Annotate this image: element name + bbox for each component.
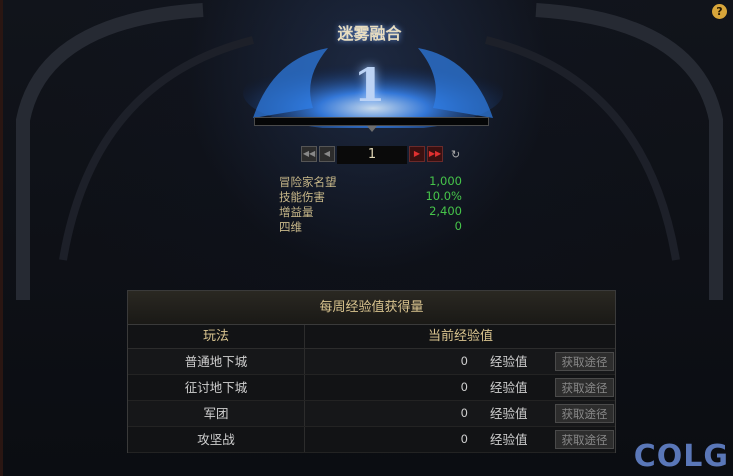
- exp-unit: 经验值: [490, 432, 528, 447]
- exp-unit: 经验值: [490, 354, 528, 369]
- refresh-icon[interactable]: ↻: [451, 148, 460, 161]
- stat-row: 增益量 2,400: [279, 204, 464, 219]
- get-method-button[interactable]: 获取途径: [555, 430, 614, 449]
- mode-name: 普通地下城: [184, 354, 248, 369]
- table-row: 普通地下城 0 经验值 获取途径: [128, 349, 615, 375]
- stat-label: 四维: [279, 220, 302, 234]
- get-method-button[interactable]: 获取途径: [555, 404, 614, 423]
- stat-row: 冒险家名望 1,000: [279, 174, 464, 189]
- mode-name: 征讨地下城: [184, 380, 248, 395]
- help-button[interactable]: ?: [712, 4, 727, 19]
- prev-page-button[interactable]: ◀: [319, 146, 335, 162]
- exp-unit: 经验值: [490, 380, 528, 395]
- exp-value: 0: [460, 380, 468, 394]
- level-progress-bar: [254, 117, 489, 126]
- exp-value: 0: [460, 406, 468, 420]
- next-page-button[interactable]: ▶: [409, 146, 425, 162]
- stat-row: 技能伤害 10.0%: [279, 189, 464, 204]
- colg-watermark-logo: COLG: [633, 439, 729, 474]
- weekly-exp-panel: 每周经验值获得量 玩法 当前经验值 普通地下城 0 经验值 获取途径 征讨地下城…: [127, 290, 616, 453]
- table-header: 玩法 当前经验值: [128, 325, 615, 349]
- get-method-button[interactable]: 获取途径: [555, 378, 614, 397]
- table-row: 攻坚战 0 经验值 获取途径: [128, 427, 615, 453]
- stat-value: 1,000: [429, 174, 462, 188]
- fusion-window: ? 迷雾融合 1 ◀◀ ◀ 1 ▶ ▶▶ ↻ 冒险家名望 1,000 技能伤害 …: [0, 0, 733, 476]
- table-row: 军团 0 经验值 获取途径: [128, 401, 615, 427]
- exp-value: 0: [460, 354, 468, 368]
- table-row: 征讨地下城 0 经验值 获取途径: [128, 375, 615, 401]
- column-divider: [304, 401, 305, 426]
- column-divider: [304, 375, 305, 400]
- stats-list: 冒险家名望 1,000 技能伤害 10.0% 增益量 2,400 四维 0: [279, 174, 464, 234]
- stat-value: 10.0%: [425, 189, 462, 203]
- mode-name: 军团: [203, 406, 229, 421]
- fusion-level: 1: [353, 58, 386, 112]
- stat-row: 四维 0: [279, 219, 464, 234]
- stat-label: 冒险家名望: [279, 175, 337, 189]
- progress-pointer-icon: [367, 126, 377, 132]
- last-page-button[interactable]: ▶▶: [427, 146, 443, 162]
- column-divider: [304, 427, 305, 452]
- mode-name: 攻坚战: [197, 432, 235, 447]
- exp-unit: 经验值: [490, 406, 528, 421]
- exp-value: 0: [460, 432, 468, 446]
- first-page-button[interactable]: ◀◀: [301, 146, 317, 162]
- stat-value: 2,400: [429, 204, 462, 218]
- stat-label: 技能伤害: [279, 190, 325, 204]
- column-divider: [304, 349, 305, 374]
- table-body: 普通地下城 0 经验值 获取途径 征讨地下城 0 经验值 获取途径 军团 0 经…: [128, 349, 615, 453]
- get-method-button[interactable]: 获取途径: [555, 352, 614, 371]
- panel-title: 每周经验值获得量: [128, 291, 615, 325]
- stat-label: 增益量: [279, 205, 314, 219]
- stat-value: 0: [454, 219, 462, 233]
- column-header-mode: 玩法: [202, 329, 229, 344]
- column-header-exp: 当前经验值: [304, 325, 616, 348]
- page-number: 1: [337, 146, 407, 164]
